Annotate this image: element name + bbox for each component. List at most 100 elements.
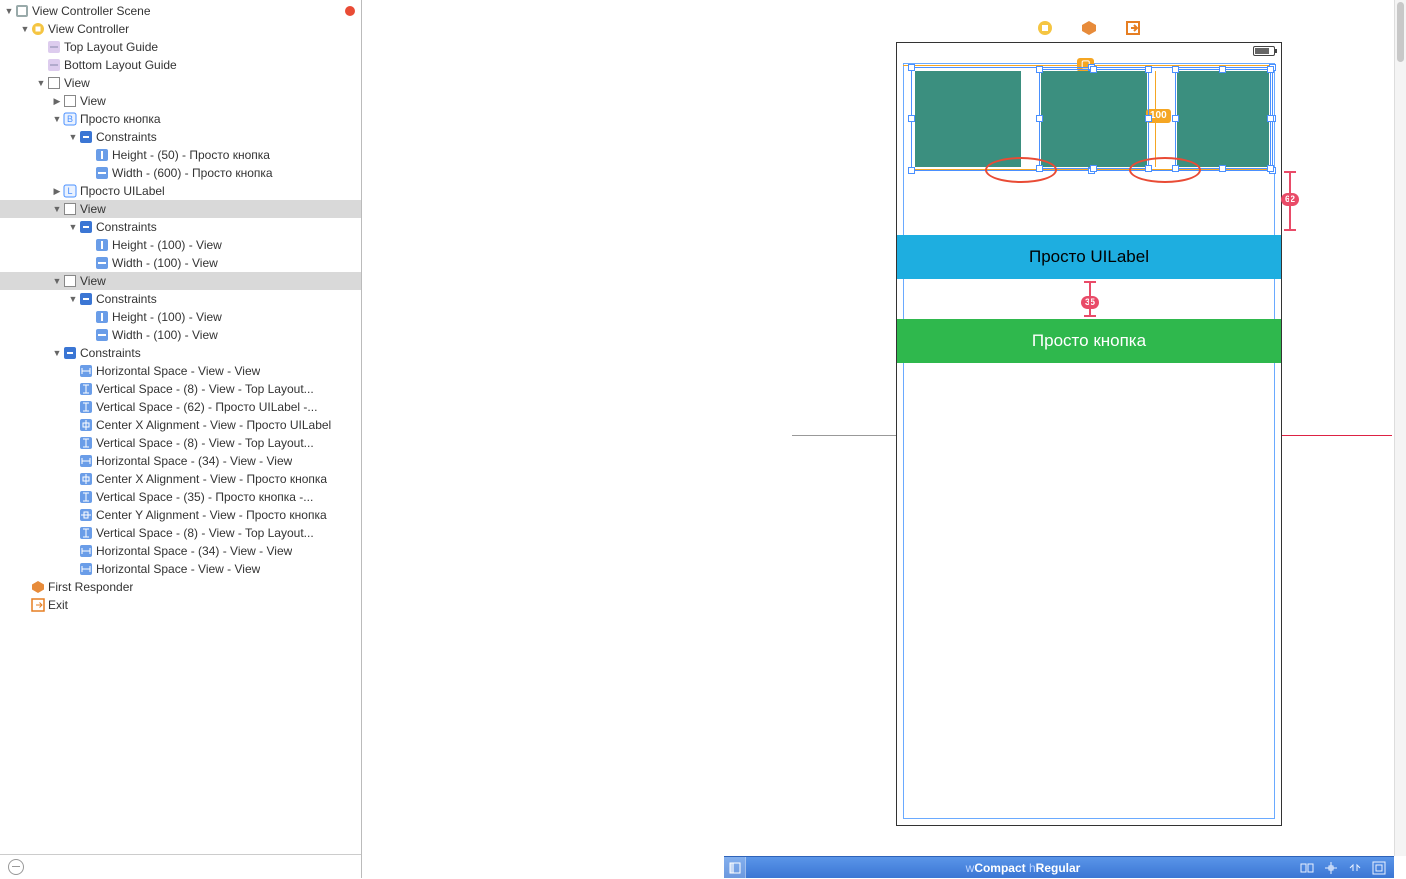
disclosure-icon[interactable]: ▼ [52,114,62,124]
outline-row-cc12[interactable]: Horizontal Space - View - View [0,560,361,578]
hspace-icon [78,562,94,576]
outline-row-c2h[interactable]: Height - (100) - View [0,236,361,254]
hconstraint-icon [94,238,110,252]
outline-row-cc8[interactable]: Vertical Space - (35) - Просто кнопка -.… [0,488,361,506]
outline-row-label: View [64,76,90,90]
vc-icon[interactable] [1037,20,1053,36]
outline-row-view2[interactable]: ▼ View [0,200,361,218]
outline-row-c2[interactable]: ▼Constraints [0,218,361,236]
outline-row-c3h[interactable]: Height - (100) - View [0,308,361,326]
view-icon [46,76,62,90]
outline-row-c0[interactable]: ▼ Constraints [0,344,361,362]
annotation-oval-2 [1129,157,1201,183]
outline-row-cc1[interactable]: Horizontal Space - View - View [0,362,361,380]
annotation-oval-1 [985,157,1057,183]
root-view-outline [903,63,1275,819]
uilabel[interactable]: Просто UILabel [897,235,1281,279]
outline-row-blg[interactable]: Bottom Layout Guide [0,56,361,74]
pin-icon[interactable] [1324,861,1338,875]
outline-row-lbl[interactable]: ▶LПросто UILabel [0,182,361,200]
disclosure-icon[interactable]: ▼ [36,78,46,88]
outline-row-btn[interactable]: ▼BПросто кнопка [0,110,361,128]
button-icon: B [62,112,78,126]
disclosure-icon[interactable]: ▼ [52,348,62,358]
outline-row-ex[interactable]: Exit [0,596,361,614]
outline-row-label: View [80,274,106,288]
resolve-icon[interactable] [1348,861,1362,875]
uibutton-text: Просто кнопка [1032,331,1146,351]
constraints-icon [78,130,94,144]
disclosure-icon[interactable]: ▶ [52,96,62,107]
size-class-control[interactable]: wCompact hRegular [746,861,1300,875]
vspace-icon [78,436,94,450]
disclosure-icon[interactable]: ▶ [52,186,62,197]
outline-row-label: View Controller [48,22,129,36]
disclosure-icon[interactable]: ▼ [4,6,14,16]
exit-icon [30,598,46,612]
outline-row-label: Height - (50) - Просто кнопка [112,148,270,162]
vertical-scrollbar[interactable] [1394,0,1406,856]
outline-row-scene[interactable]: ▼ View Controller Scene [0,2,361,20]
cy-icon [78,508,94,522]
w-prefix: w [966,861,975,875]
svg-text:L: L [67,186,72,196]
canvas-toggle-button[interactable] [724,857,746,879]
outline-row-view1[interactable]: ▶View [0,92,361,110]
outline-row-c2w[interactable]: Width - (100) - View [0,254,361,272]
outline-row-label: Constraints [80,346,141,360]
outline-row-label: View Controller Scene [32,4,151,18]
outline-row-cc6[interactable]: Horizontal Space - (34) - View - View [0,452,361,470]
outline-row-cc4[interactable]: Center X Alignment - View - Просто UILab… [0,416,361,434]
layout-tools [1300,861,1394,875]
disclosure-icon[interactable]: ▼ [68,294,78,304]
ib-canvas[interactable]: 0 [362,0,1406,878]
outline-row-cc7[interactable]: Center X Alignment - View - Просто кнопк… [0,470,361,488]
outline-row-tlg[interactable]: Top Layout Guide [0,38,361,56]
outline-row-cc2[interactable]: Vertical Space - (8) - View - Top Layout… [0,380,361,398]
outline-row-label: Bottom Layout Guide [64,58,177,72]
outline-row-cc3[interactable]: Vertical Space - (62) - Просто UILabel -… [0,398,361,416]
first-responder-icon[interactable] [1081,20,1097,36]
uibutton[interactable]: Просто кнопка [897,319,1281,363]
disclosure-icon[interactable]: ▼ [52,204,62,214]
outline-row-fr[interactable]: First Responder [0,578,361,596]
outline-row-vc[interactable]: ▼ View Controller [0,20,361,38]
outline-row-c1[interactable]: ▼Constraints [0,128,361,146]
outline-row-label: Horizontal Space - View - View [96,364,260,378]
outline-row-cc5[interactable]: Vertical Space - (8) - View - Top Layout… [0,434,361,452]
outline-row-label: Top Layout Guide [64,40,158,54]
align-icon[interactable] [1300,861,1314,875]
scrollbar-thumb[interactable] [1397,2,1404,62]
outline-row-cc11[interactable]: Horizontal Space - (34) - View - View [0,542,361,560]
disclosure-icon[interactable]: ▼ [68,132,78,142]
outline-list[interactable]: ▼View Controller Scene▼View ControllerTo… [0,0,361,854]
disclosure-icon[interactable]: ▼ [20,24,30,34]
scene-icon [14,4,30,18]
outline-row-cc10[interactable]: Vertical Space - (8) - View - Top Layout… [0,524,361,542]
outline-row-label: Center X Alignment - View - Просто кнопк… [96,472,327,486]
outline-row-label: Vertical Space - (8) - View - Top Layout… [96,382,314,396]
outline-row-label: View [80,202,106,216]
outline-row-label: Vertical Space - (8) - View - Top Layout… [96,526,314,540]
outline-row-c1h[interactable]: Height - (50) - Просто кнопка [0,146,361,164]
outline-row-view0[interactable]: ▼ View [0,74,361,92]
initial-vc-arrow [792,424,910,448]
error-indicator-icon[interactable] [345,6,355,16]
outline-row-view3[interactable]: ▼ View [0,272,361,290]
hspace-icon [78,364,94,378]
wconstraint-icon [94,166,110,180]
filter-icon[interactable] [8,859,24,875]
exit-icon[interactable] [1125,20,1141,36]
constraints-icon [78,220,94,234]
outline-row-cc9[interactable]: Center Y Alignment - View - Просто кнопк… [0,506,361,524]
outline-row-c1w[interactable]: Width - (600) - Просто кнопка [0,164,361,182]
size-class-bar: wCompact hRegular [724,856,1394,878]
outline-row-c3w[interactable]: Width - (100) - View [0,326,361,344]
outline-row-c3[interactable]: ▼Constraints [0,290,361,308]
outline-row-label: Vertical Space - (62) - Просто UILabel -… [96,400,317,414]
battery-icon [1253,46,1275,56]
outline-row-label: Width - (600) - Просто кнопка [112,166,273,180]
disclosure-icon[interactable]: ▼ [68,222,78,232]
resize-icon[interactable] [1372,861,1386,875]
disclosure-icon[interactable]: ▼ [52,276,62,286]
